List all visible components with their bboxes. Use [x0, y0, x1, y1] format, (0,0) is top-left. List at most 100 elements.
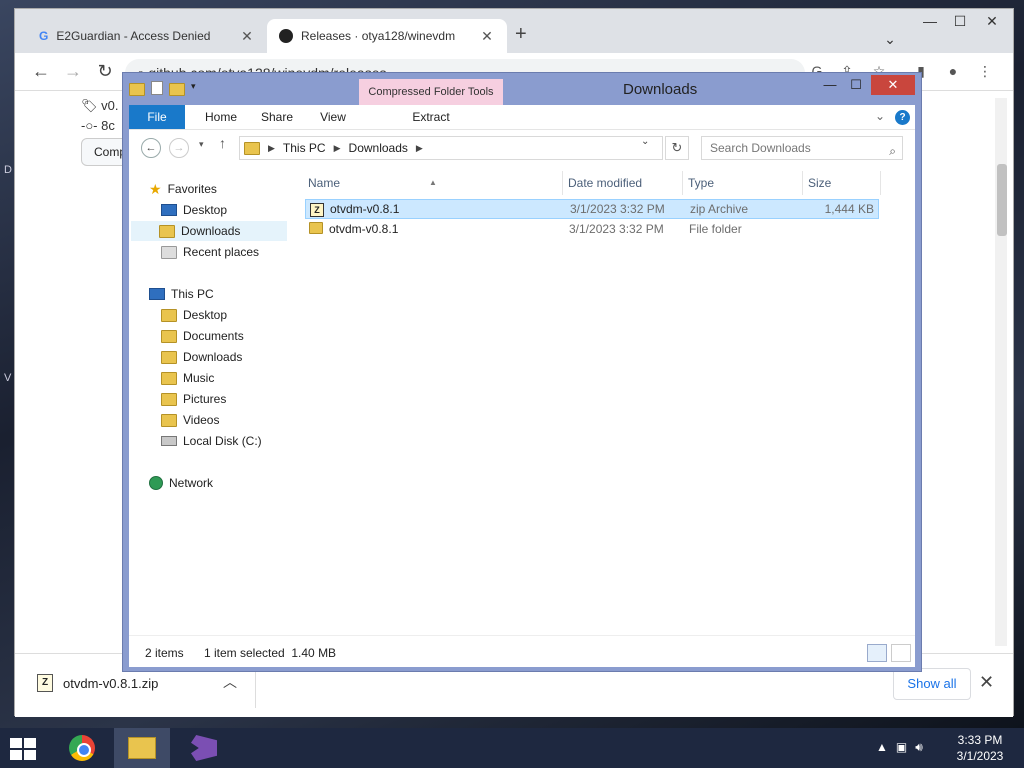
- chevron-right-icon[interactable]: ▶: [334, 143, 341, 154]
- documents-folder-icon: [161, 329, 177, 343]
- file-type: zip Archive: [690, 202, 749, 216]
- nav-fav-desktop[interactable]: Desktop: [161, 200, 227, 220]
- column-name[interactable]: Name ▲: [305, 171, 563, 195]
- explorer-body: ★ Favorites Desktop Downloads Recent pla…: [129, 165, 915, 635]
- chrome-icon: [69, 735, 95, 761]
- close-window-icon[interactable]: ✕: [977, 13, 1007, 30]
- windows-start-icon[interactable]: [10, 738, 38, 760]
- search-placeholder: Search Downloads: [710, 141, 811, 155]
- show-all-button[interactable]: Show all: [893, 668, 971, 700]
- desktop-fragment: D: [4, 164, 12, 176]
- breadcrumb-this-pc[interactable]: This PC: [283, 141, 326, 155]
- tab-share[interactable]: Share: [249, 105, 305, 129]
- up-icon[interactable]: ↑: [219, 135, 226, 151]
- tab-search-icon[interactable]: ⌄: [875, 31, 905, 48]
- file-row[interactable]: Z otvdm-v0.8.1 3/1/2023 3:32 PM zip Arch…: [305, 199, 879, 219]
- refresh-icon[interactable]: ↻: [665, 136, 689, 160]
- close-download-bar-icon[interactable]: ✕: [979, 672, 994, 693]
- nav-pc-music[interactable]: Music: [161, 368, 214, 388]
- taskbar-chrome[interactable]: [54, 728, 110, 768]
- minimize-icon[interactable]: —: [817, 77, 843, 97]
- file-row[interactable]: otvdm-v0.8.1 3/1/2023 3:32 PM File folde…: [305, 220, 879, 240]
- tab-e2guardian[interactable]: G E2Guardian - Access Denied ✕: [27, 19, 267, 53]
- menu-icon[interactable]: ⋮: [975, 63, 995, 80]
- address-dropdown-icon[interactable]: ⌄: [641, 136, 649, 147]
- maximize-icon[interactable]: ☐: [843, 77, 869, 97]
- properties-icon[interactable]: [151, 81, 163, 95]
- taskbar-visual-studio[interactable]: [176, 728, 232, 768]
- help-icon[interactable]: ?: [895, 109, 910, 125]
- nav-network[interactable]: Network: [149, 473, 213, 493]
- pictures-folder-icon: [161, 392, 177, 406]
- file-type: File folder: [689, 222, 742, 236]
- nav-pc-downloads[interactable]: Downloads: [161, 347, 242, 367]
- details-view-icon[interactable]: [867, 644, 887, 662]
- tab-extract[interactable]: Extract: [359, 105, 503, 129]
- recent-places-icon: [161, 245, 177, 259]
- search-input[interactable]: Search Downloads ⌕: [701, 136, 903, 160]
- page-scrollbar[interactable]: [995, 98, 1007, 646]
- breadcrumb-downloads[interactable]: Downloads: [349, 141, 408, 155]
- search-icon[interactable]: ⌕: [889, 140, 896, 162]
- recent-locations-icon[interactable]: ▾: [199, 139, 204, 150]
- tab-home[interactable]: Home: [193, 105, 249, 129]
- close-icon[interactable]: ✕: [871, 75, 915, 95]
- tab-strip: G E2Guardian - Access Denied ✕ Releases …: [15, 9, 1013, 53]
- volume-icon[interactable]: 🔊︎: [915, 740, 923, 755]
- tab-view[interactable]: View: [305, 105, 361, 129]
- download-file-name: otvdm-v0.8.1.zip: [63, 675, 159, 691]
- tab-releases[interactable]: Releases · otya128/winevdm ✕: [267, 19, 507, 53]
- close-icon[interactable]: ✕: [479, 28, 495, 45]
- column-type[interactable]: Type: [685, 171, 803, 195]
- file-explorer-icon: [128, 737, 156, 759]
- scroll-thumb[interactable]: [997, 164, 1007, 236]
- nav-fav-downloads[interactable]: Downloads: [131, 221, 287, 241]
- chevron-right-icon[interactable]: ▶: [268, 143, 275, 154]
- back-icon[interactable]: ←: [29, 61, 53, 82]
- column-size[interactable]: Size: [805, 171, 881, 195]
- desktop-fragment: V: [4, 372, 12, 384]
- file-size: 1,444 KB: [824, 202, 874, 216]
- zip-icon: Z: [310, 202, 324, 217]
- nav-pc-local-disk[interactable]: Local Disk (C:): [161, 431, 262, 451]
- nav-this-pc[interactable]: This PC: [149, 284, 214, 304]
- tab-title: E2Guardian - Access Denied: [56, 29, 211, 43]
- nav-pc-videos[interactable]: Videos: [161, 410, 219, 430]
- chevron-right-icon[interactable]: ▶: [416, 143, 423, 154]
- nav-pc-desktop[interactable]: Desktop: [161, 305, 227, 325]
- large-icons-view-icon[interactable]: [891, 644, 911, 662]
- show-hidden-icons-icon[interactable]: ▲: [876, 740, 888, 755]
- minimize-icon[interactable]: —: [915, 13, 945, 29]
- qat-dropdown-icon[interactable]: ▾: [191, 81, 196, 95]
- close-icon[interactable]: ✕: [239, 28, 255, 45]
- desktop-icon: [161, 204, 177, 216]
- file-name: otvdm-v0.8.1: [330, 202, 400, 216]
- star-icon: ★: [149, 181, 162, 197]
- nav-fav-recent[interactable]: Recent places: [161, 242, 259, 262]
- chevron-up-icon[interactable]: ︿: [223, 672, 237, 692]
- reload-icon[interactable]: ↻: [93, 61, 117, 82]
- new-tab-button[interactable]: +: [515, 23, 527, 46]
- profile-icon[interactable]: ●: [943, 63, 963, 79]
- new-folder-icon[interactable]: [169, 83, 185, 96]
- explorer-titlebar[interactable]: ▾ Compressed Folder Tools Downloads — ☐ …: [123, 73, 921, 133]
- nav-favorites[interactable]: ★ Favorites: [149, 179, 217, 199]
- nav-pc-documents[interactable]: Documents: [161, 326, 244, 346]
- expand-ribbon-icon[interactable]: ⌄: [875, 109, 885, 123]
- visual-studio-icon: [191, 735, 217, 761]
- download-item[interactable]: Z otvdm-v0.8.1.zip: [37, 674, 158, 692]
- network-icon[interactable]: ▣: [896, 740, 907, 755]
- clock[interactable]: 3:33 PM 3/1/2023: [950, 732, 1010, 764]
- navigation-pane: ★ Favorites Desktop Downloads Recent pla…: [129, 165, 293, 635]
- forward-icon[interactable]: →: [61, 61, 85, 82]
- selection-info: 1 item selected 1.40 MB: [204, 646, 337, 660]
- tab-file[interactable]: File: [129, 105, 185, 129]
- address-bar[interactable]: ▶ This PC ▶ Downloads ▶: [239, 136, 663, 160]
- desktop-folder-icon: [161, 308, 177, 322]
- forward-icon[interactable]: →: [169, 138, 189, 158]
- maximize-icon[interactable]: ☐: [945, 13, 975, 30]
- column-date-modified[interactable]: Date modified: [565, 171, 683, 195]
- back-icon[interactable]: ←: [141, 138, 161, 158]
- taskbar-file-explorer[interactable]: [114, 728, 170, 768]
- nav-pc-pictures[interactable]: Pictures: [161, 389, 226, 409]
